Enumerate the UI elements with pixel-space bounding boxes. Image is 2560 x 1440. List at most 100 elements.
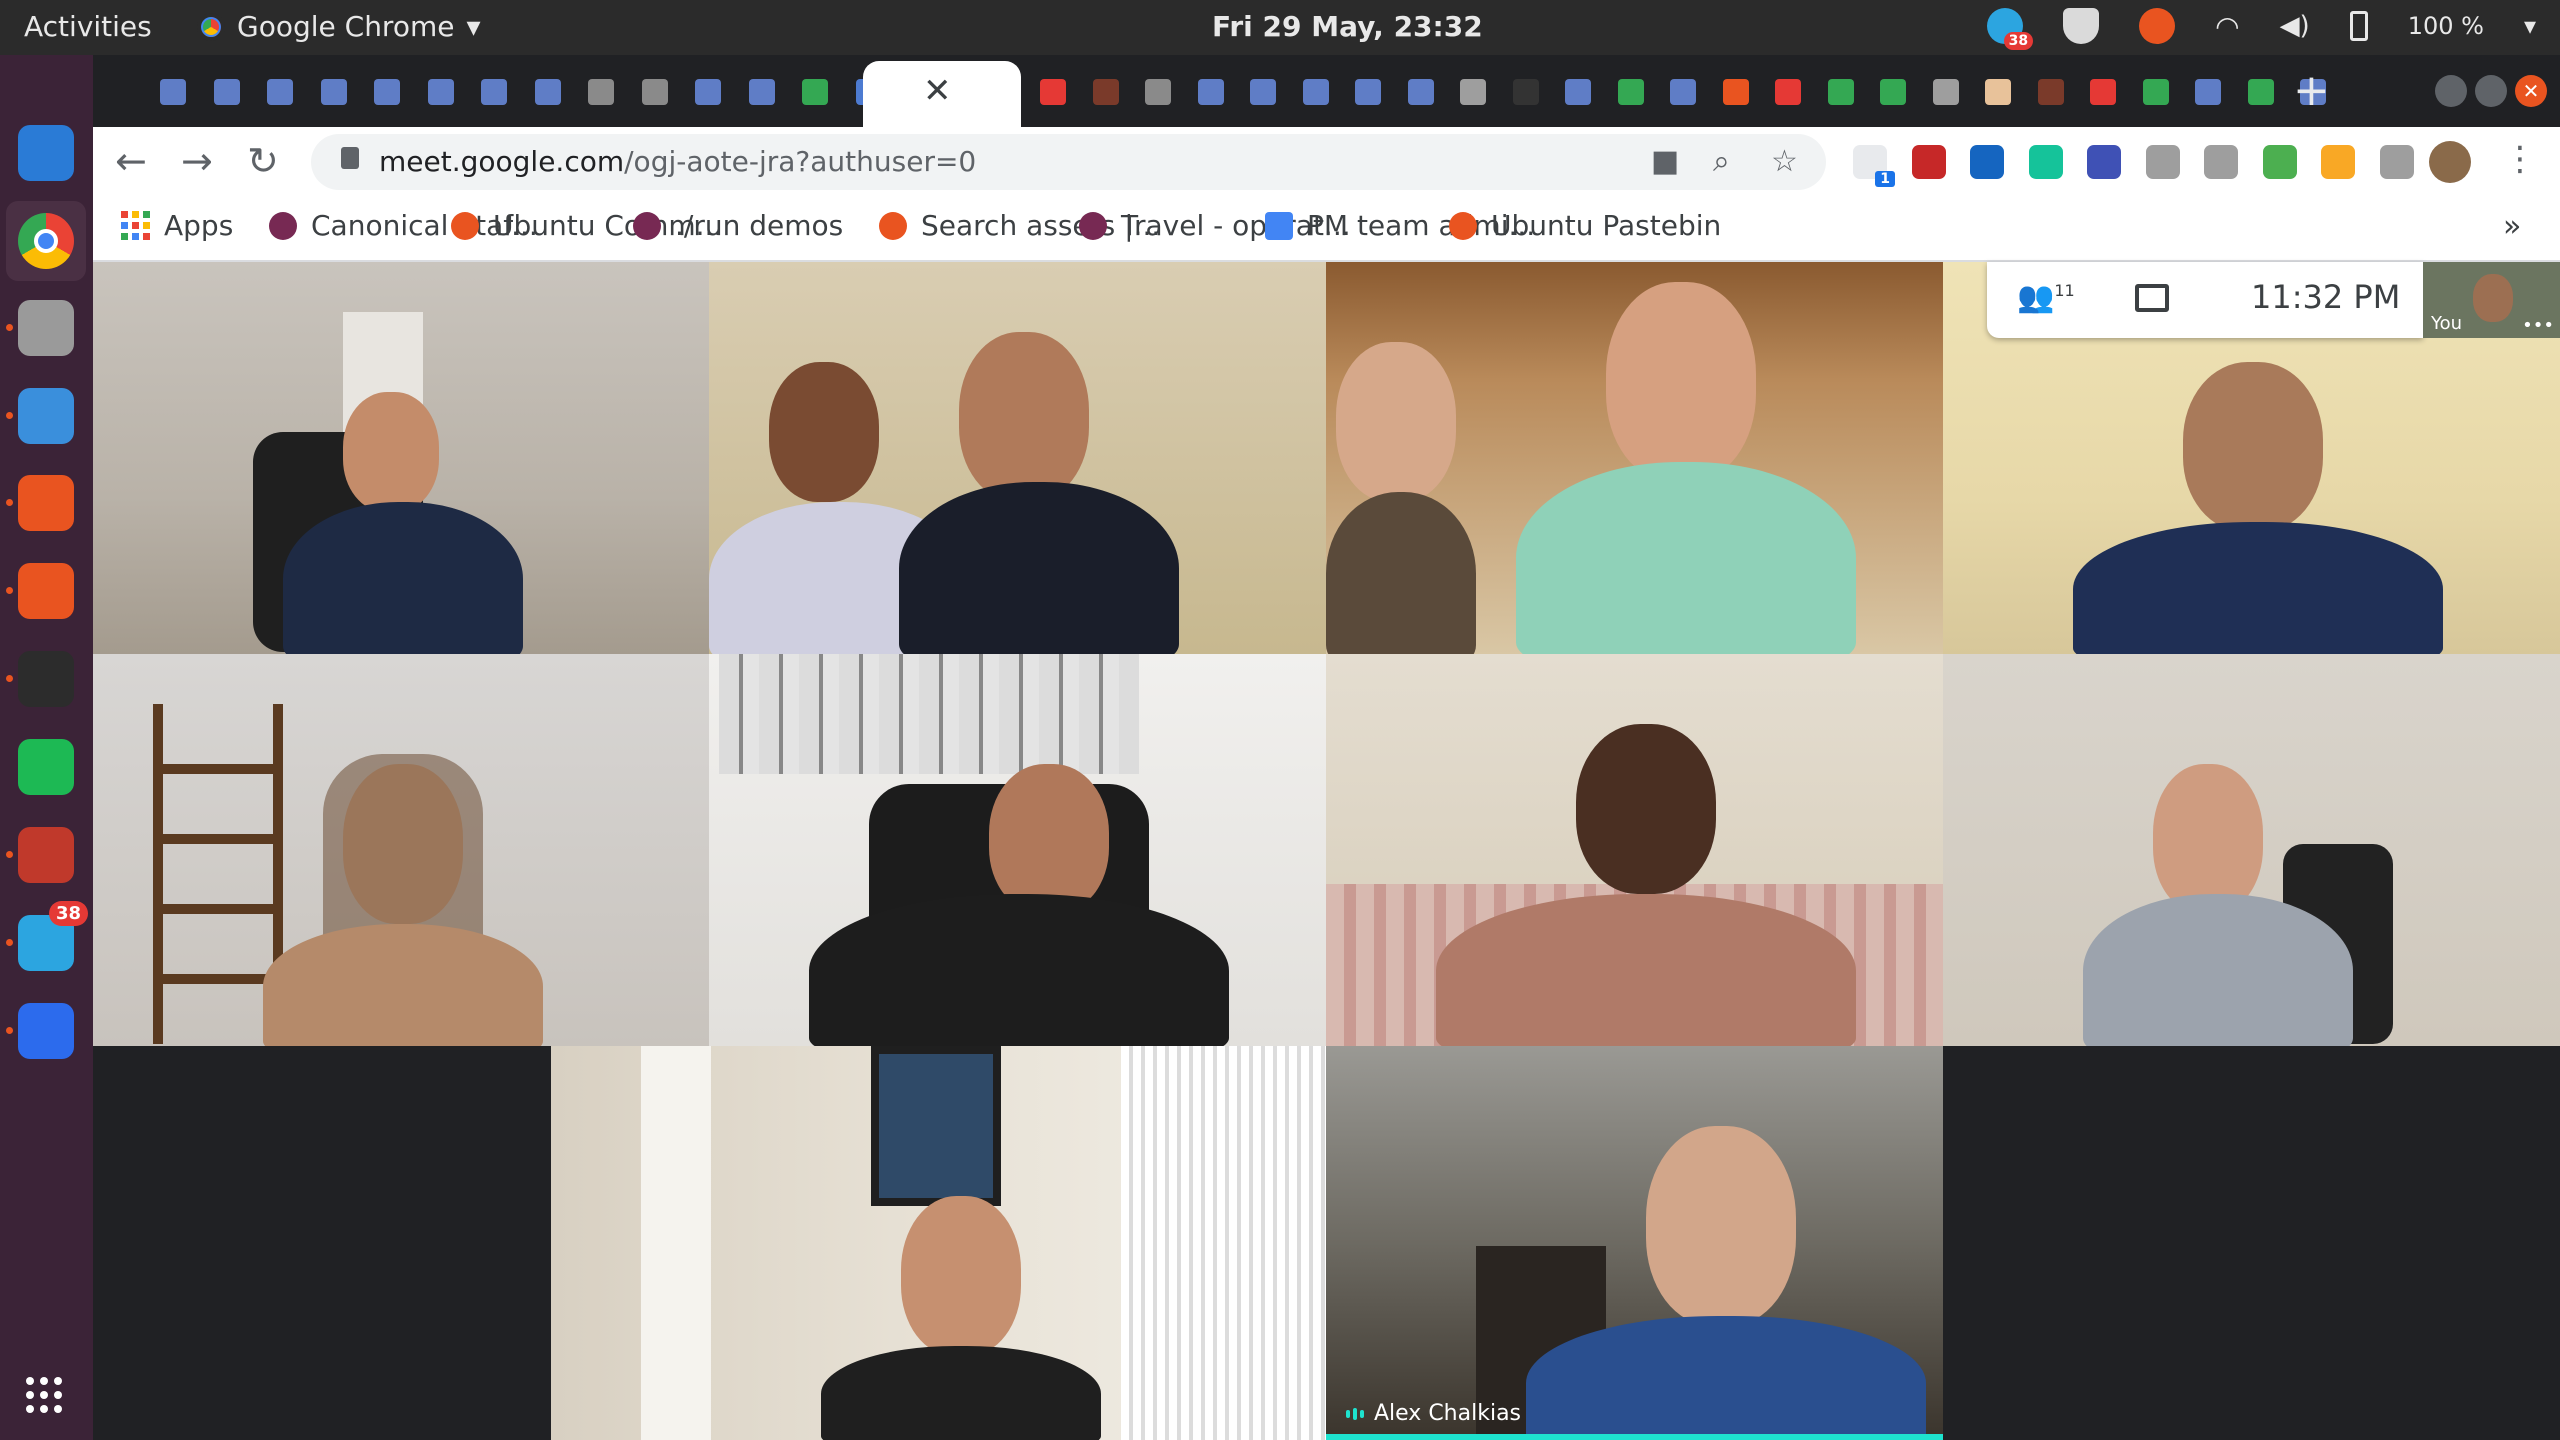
system-menu-chevron-icon[interactable]: ▾ — [2524, 12, 2536, 40]
browser-tab[interactable] — [1926, 71, 1964, 111]
participant-tile[interactable] — [93, 262, 709, 654]
browser-tab[interactable] — [1663, 71, 1701, 111]
bookmark-star-icon[interactable]: ☆ — [1771, 144, 1798, 179]
files-icon[interactable] — [18, 300, 74, 356]
participant-tile[interactable] — [93, 654, 709, 1046]
browser-tab[interactable] — [2031, 71, 2069, 111]
browser-tab[interactable] — [367, 71, 405, 111]
more-options-icon[interactable]: ••• — [2522, 315, 2554, 336]
wifi-icon[interactable]: ◠ — [2215, 10, 2239, 43]
active-tab-meet[interactable]: ✕ — [863, 61, 1021, 127]
terminal-icon[interactable] — [18, 651, 74, 707]
participant-tile[interactable] — [1943, 654, 2560, 1046]
thunderbird-icon[interactable] — [18, 125, 74, 181]
shield-icon[interactable] — [2063, 8, 2100, 44]
browser-tab[interactable] — [1873, 71, 1911, 111]
reader-extension-icon[interactable] — [2379, 145, 2414, 179]
browser-tab[interactable] — [2136, 71, 2174, 111]
participant-tile[interactable] — [551, 1046, 1326, 1440]
browser-tab[interactable] — [1296, 71, 1334, 111]
trello-icon[interactable] — [1970, 145, 2004, 179]
bookmark-item[interactable]: Apps — [121, 209, 233, 242]
browser-tab[interactable] — [1611, 71, 1649, 111]
grammarly-icon[interactable] — [2028, 145, 2063, 179]
browser-tab[interactable] — [207, 71, 245, 111]
browser-tab[interactable] — [314, 71, 352, 111]
browser-tab[interactable] — [581, 71, 619, 111]
browser-tab[interactable] — [1401, 71, 1439, 111]
pushbullet-icon[interactable] — [2262, 145, 2297, 179]
bookmark-item[interactable]: Ubuntu Pastebin — [1449, 209, 1721, 242]
browser-tab[interactable] — [635, 71, 673, 111]
close-tab-icon[interactable]: ✕ — [923, 71, 952, 111]
browser-tab[interactable] — [1033, 71, 1071, 111]
browser-tab[interactable] — [1558, 71, 1596, 111]
active-speaker-tile[interactable]: Alex Chalkias — [1326, 1046, 1943, 1440]
chat-icon[interactable] — [2135, 284, 2169, 312]
maximize-window-button[interactable] — [2475, 75, 2507, 107]
back-arrow-icon[interactable]: ← — [115, 139, 147, 183]
participant-tile[interactable] — [1326, 654, 1943, 1046]
browser-tab[interactable] — [1716, 71, 1754, 111]
browser-tab[interactable] — [2241, 71, 2279, 111]
reload-icon[interactable]: ↻ — [247, 139, 279, 183]
search-extension-icon[interactable] — [2087, 145, 2121, 179]
participants-icon[interactable]: 👥11 — [2017, 280, 2075, 315]
browser-tab[interactable] — [1348, 71, 1386, 111]
inbox-extension-icon[interactable] — [2145, 145, 2180, 179]
ublock-icon[interactable] — [1911, 145, 1946, 179]
profile-avatar[interactable] — [2429, 141, 2471, 183]
new-tab-button[interactable]: + — [2293, 65, 2330, 116]
browser-tab[interactable] — [1138, 71, 1176, 111]
browser-tab[interactable] — [2083, 71, 2121, 111]
participant-tile[interactable] — [1326, 262, 1943, 654]
camera-icon[interactable]: ■ — [1651, 144, 1679, 179]
browser-tab[interactable] — [1243, 71, 1281, 111]
browser-tab[interactable] — [260, 71, 298, 111]
address-bar[interactable]: meet.google.com/ogj-aote-jra?authuser=0 … — [311, 134, 1826, 190]
browser-tab[interactable] — [1191, 71, 1229, 111]
browser-tab[interactable] — [1821, 71, 1859, 111]
spotify-icon[interactable] — [18, 739, 74, 795]
browser-tab[interactable] — [421, 71, 459, 111]
minimize-window-button[interactable] — [2435, 75, 2467, 107]
browser-tab[interactable] — [2188, 71, 2226, 111]
ubuntu-tray-icon[interactable] — [2139, 8, 2176, 44]
browser-tab[interactable] — [1506, 71, 1544, 111]
self-view-tile[interactable]: You ••• — [2423, 262, 2560, 338]
bookmark-item[interactable]: ./run demos — [633, 209, 843, 242]
browser-tab[interactable] — [742, 71, 780, 111]
app-menu[interactable]: Google Chrome ▾ — [197, 10, 481, 43]
show-applications-icon[interactable] — [26, 1377, 62, 1413]
meet-extension-icon[interactable]: 1 — [1853, 145, 1895, 187]
libreoffice-impress-icon[interactable] — [18, 388, 74, 444]
browser-tab[interactable] — [1978, 71, 2016, 111]
zoom-icon[interactable]: ⌕ — [1713, 144, 1730, 179]
browser-tab[interactable] — [1768, 71, 1806, 111]
participant-tile[interactable] — [709, 654, 1326, 1046]
browser-tab[interactable] — [688, 71, 726, 111]
url-text[interactable]: meet.google.com/ogj-aote-jra?authuser=0 — [379, 145, 976, 178]
bookmarks-overflow-icon[interactable]: » — [2503, 209, 2521, 244]
signal-icon[interactable] — [18, 1003, 74, 1059]
clock[interactable]: Fri 29 May, 23:32 — [1212, 10, 1483, 43]
volume-icon[interactable]: ◀) — [2280, 11, 2310, 41]
settings-tool-icon[interactable] — [18, 827, 74, 883]
chrome-extension-icon[interactable] — [2204, 145, 2238, 179]
browser-tab[interactable] — [474, 71, 512, 111]
participant-tile[interactable] — [709, 262, 1326, 654]
chrome-icon[interactable] — [6, 201, 86, 281]
activities-button[interactable]: Activities — [24, 10, 152, 43]
telegram-icon[interactable]: 38 — [18, 901, 88, 971]
browser-tab[interactable] — [1453, 71, 1491, 111]
browser-tab[interactable] — [153, 71, 191, 111]
chrome-menu-icon[interactable]: ⋮ — [2503, 139, 2537, 179]
battery-icon[interactable] — [2349, 11, 2368, 41]
telegram-tray-icon[interactable]: 38 — [1987, 8, 2034, 50]
ubuntu-software-icon[interactable] — [18, 475, 74, 531]
close-window-button[interactable]: ✕ — [2515, 75, 2547, 107]
browser-tab[interactable] — [528, 71, 566, 111]
gear-extension-icon[interactable] — [2321, 145, 2355, 179]
lifebuoy-icon[interactable] — [18, 563, 74, 619]
browser-tab[interactable] — [1086, 71, 1124, 111]
